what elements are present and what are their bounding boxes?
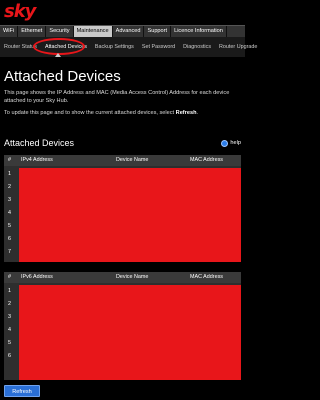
nav-advanced[interactable]: Advanced (113, 26, 145, 37)
section-title: Attached Devices (4, 138, 75, 148)
table-row-index: 1 (8, 288, 11, 294)
ipv4-col-index: # (8, 157, 11, 163)
sky-logo: sky (4, 1, 36, 22)
nav-maintenance[interactable]: Maintenance (73, 26, 113, 37)
page-title: Attached Devices (4, 68, 121, 85)
ipv6-col-device-name: Device Name (116, 274, 149, 280)
table-row-index: 3 (8, 314, 11, 320)
table-row-index: 7 (8, 249, 11, 255)
subnav-router-upgrade[interactable]: Router Upgrade (215, 37, 261, 57)
refresh-button[interactable]: Refresh (4, 385, 40, 397)
ipv6-col-index: # (8, 274, 11, 280)
ipv6-devices-table: # IPv6 Address Device Name MAC Address 1… (4, 272, 241, 380)
ipv6-table-header: # IPv6 Address Device Name MAC Address (4, 272, 241, 283)
ipv6-redacted-block (19, 285, 241, 380)
table-row-index: 6 (8, 353, 11, 359)
table-row-index: 5 (8, 223, 11, 229)
ipv4-table-header: # IPv4 Address Device Name MAC Address (4, 155, 241, 166)
help-label[interactable]: help (230, 140, 241, 146)
header-bar: sky (0, 0, 245, 25)
page-description: This page shows the IP Address and MAC (… (4, 90, 230, 104)
nav-wifi[interactable]: WiFi (0, 26, 19, 37)
active-tab-pointer-icon (55, 53, 61, 57)
table-row-index: 2 (8, 184, 11, 190)
table-row-index: 2 (8, 301, 11, 307)
table-row-index: 1 (8, 171, 11, 177)
update-instructions-action: Refresh (175, 110, 197, 116)
table-row-index: 5 (8, 340, 11, 346)
nav-security[interactable]: Security (46, 26, 74, 37)
nav-licence-information[interactable]: Licence Information (171, 26, 227, 37)
table-row-index: 6 (8, 236, 11, 242)
help-link[interactable]: help (221, 139, 241, 147)
ipv4-col-device-name: Device Name (116, 157, 149, 163)
table-row-index: 3 (8, 197, 11, 203)
table-row-index: 4 (8, 210, 11, 216)
ipv6-col-mac: MAC Address (190, 274, 223, 280)
subnav-set-password[interactable]: Set Password (138, 37, 179, 57)
nav-ethernet[interactable]: Ethernet (18, 26, 47, 37)
main-nav: WiFi Ethernet Security Maintenance Advan… (0, 25, 245, 37)
ipv4-row-numbers: 1 2 3 4 5 6 7 (8, 168, 11, 259)
ipv4-col-mac: MAC Address (190, 157, 223, 163)
nav-support[interactable]: Support (144, 26, 172, 37)
section-header: Attached Devices help (4, 137, 241, 149)
ipv4-col-address: IPv4 Address (21, 157, 53, 163)
update-instructions-text: To update this page and to show the curr… (4, 110, 176, 116)
ipv4-redacted-block (19, 168, 241, 262)
subnav-backup-settings[interactable]: Backup Settings (91, 37, 138, 57)
help-icon[interactable] (221, 139, 229, 147)
subnav-diagnostics[interactable]: Diagnostics (179, 37, 215, 57)
ipv4-devices-table: # IPv4 Address Device Name MAC Address 1… (4, 155, 241, 262)
update-instructions: To update this page and to show the curr… (4, 110, 240, 118)
table-row-index: 4 (8, 327, 11, 333)
ipv6-row-numbers: 1 2 3 4 5 6 (8, 285, 11, 363)
update-instructions-suffix: . (196, 110, 199, 116)
ipv6-col-address: IPv6 Address (21, 274, 53, 280)
